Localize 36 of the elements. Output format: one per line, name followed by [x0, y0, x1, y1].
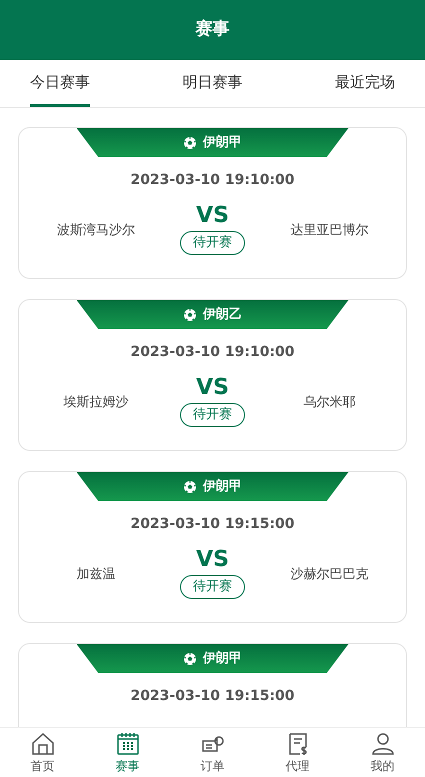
- vs-label: VS: [196, 547, 229, 573]
- nav-item[interactable]: 代理: [255, 728, 340, 777]
- tab[interactable]: 今日赛事: [30, 60, 90, 107]
- home-team: 埃斯拉姆沙: [62, 394, 130, 412]
- league-name: 伊朗甲: [203, 650, 242, 668]
- tab[interactable]: 明日赛事: [182, 60, 242, 107]
- away-team: 乌尔米耶: [302, 394, 356, 412]
- league-name: 伊朗甲: [203, 134, 242, 152]
- soccer-ball-icon: [183, 308, 197, 322]
- status-button[interactable]: 待开赛: [180, 231, 245, 255]
- user-icon: [370, 730, 396, 756]
- nav-item[interactable]: 首页: [0, 728, 85, 777]
- soccer-ball-icon: [183, 480, 197, 494]
- soccer-ball-icon: [183, 652, 197, 666]
- match-time: 2023-03-10 19:10:00: [130, 171, 295, 190]
- nav-item[interactable]: 我的: [340, 728, 425, 777]
- page-title: 赛事: [196, 18, 230, 42]
- home-team: 加兹温: [75, 566, 116, 584]
- nav-item[interactable]: 订单: [170, 728, 255, 777]
- nav-item[interactable]: 赛事: [85, 728, 170, 777]
- away-team: 达里亚巴博尔: [289, 222, 370, 240]
- match-time: 2023-03-10 19:15:00: [130, 687, 295, 706]
- status-button[interactable]: 待开赛: [180, 403, 245, 427]
- match-time: 2023-03-10 19:15:00: [130, 515, 295, 534]
- calendar-icon: [114, 730, 140, 756]
- match-time: 2023-03-10 19:10:00: [130, 343, 295, 362]
- league-name: 伊朗乙: [203, 306, 242, 324]
- home-team: 波斯湾马沙尔: [56, 222, 136, 240]
- vs-label: VS: [196, 375, 229, 401]
- status-button[interactable]: 待开赛: [180, 575, 245, 599]
- league-name: 伊朗甲: [203, 478, 242, 496]
- away-team: 沙赫尔巴巴克: [289, 566, 370, 584]
- tab[interactable]: 最近完场: [335, 60, 395, 107]
- soccer-ball-icon: [183, 136, 197, 150]
- home-icon: [30, 730, 56, 756]
- vs-label: VS: [196, 203, 229, 229]
